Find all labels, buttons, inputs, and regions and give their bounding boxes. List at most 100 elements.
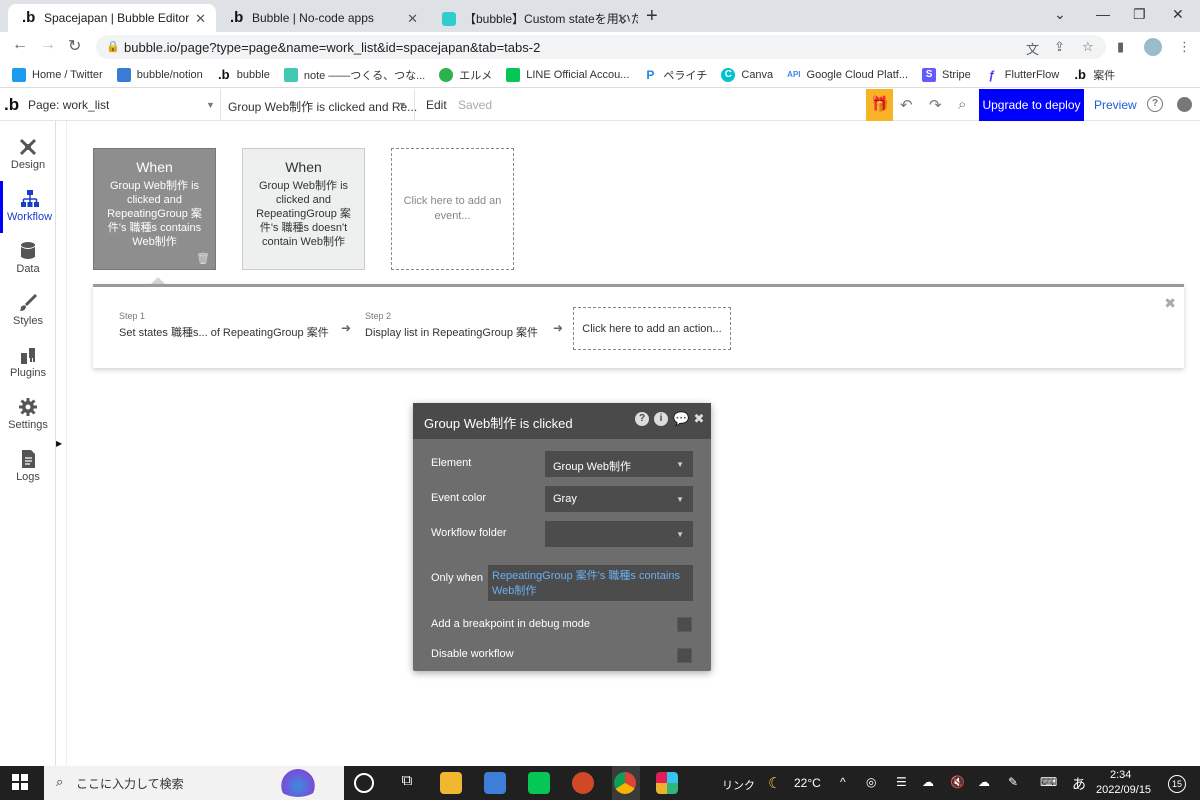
close-icon[interactable]: ✖ <box>692 412 706 426</box>
bookmark-peraichi[interactable]: P ペライチ <box>643 67 707 83</box>
kebab-menu-icon[interactable]: ⋮ <box>1178 39 1191 55</box>
comment-icon[interactable]: 💬 <box>673 412 689 426</box>
back-arrow-icon[interactable]: ← <box>12 36 28 54</box>
bookmark-flutterflow[interactable]: ƒ FlutterFlow <box>985 68 1059 82</box>
new-tab-icon[interactable]: + <box>646 5 658 28</box>
window-close-icon[interactable]: ✕ <box>1172 6 1184 23</box>
trash-icon[interactable]: 🗑 <box>196 252 210 265</box>
notification-badge[interactable]: 15 <box>1168 775 1186 793</box>
chevron-up-icon[interactable]: ^ <box>840 775 846 789</box>
close-icon[interactable]: ✕ <box>195 11 206 27</box>
bookmark-anken[interactable]: .b 案件 <box>1073 67 1115 83</box>
only-when-expression[interactable]: RepeatingGroup 案件's 職種s contains Web制作 <box>488 565 693 601</box>
bookmark-erume[interactable]: エルメ <box>439 67 492 83</box>
workflow-folder-dropdown[interactable]: ▼ <box>545 521 693 547</box>
temperature[interactable]: 22°C <box>794 776 821 790</box>
chevron-down-icon[interactable]: ▼ <box>206 100 215 110</box>
minimize-icon[interactable]: — <box>1096 6 1110 22</box>
volume-muted-icon[interactable]: 🔇 <box>950 775 965 789</box>
file-explorer-icon[interactable] <box>440 772 462 794</box>
search-icon[interactable]: ⌕ <box>958 96 966 113</box>
search-placeholder: ここに入力して検索 <box>76 777 184 791</box>
bookmark-stripe[interactable]: S Stripe <box>922 67 971 82</box>
step-1[interactable]: Step 1 Set states 職種s... of RepeatingGro… <box>119 311 329 340</box>
bubble-logo-icon[interactable]: .b <box>4 95 19 115</box>
expand-arrow-icon[interactable]: ▶ <box>56 439 62 448</box>
event-color-dropdown[interactable]: Gray ▼ <box>545 486 693 512</box>
windows-start-icon[interactable] <box>12 774 28 790</box>
bookmark-twitter[interactable]: Home / Twitter <box>12 67 103 82</box>
sidebar-item-data[interactable]: Data <box>0 233 56 285</box>
clock-date[interactable]: 2022/09/15 <box>1096 784 1151 796</box>
sidebar-item-plugins[interactable]: Plugins <box>0 337 56 389</box>
browser-tab-note[interactable]: 【bubble】Custom stateを用いた検 ✕ <box>428 4 638 32</box>
cortana-icon[interactable] <box>354 773 374 793</box>
reload-icon[interactable]: ↻ <box>68 36 81 56</box>
bookmark-gcp[interactable]: API Google Cloud Platf... <box>787 68 908 82</box>
page-selector[interactable]: Page: work_list <box>28 98 109 112</box>
task-view-icon[interactable]: ⧉ <box>396 772 418 794</box>
user-avatar-icon[interactable] <box>1177 97 1192 112</box>
clock-time[interactable]: 2:34 <box>1110 769 1131 781</box>
slack-icon[interactable] <box>656 772 678 794</box>
add-event-button[interactable]: Click here to add an event... <box>391 148 514 270</box>
help-icon[interactable]: ? <box>1147 96 1163 112</box>
sidebar-item-logs[interactable]: Logs <box>0 441 56 493</box>
bookmark-line[interactable]: LINE Official Accou... <box>506 67 629 82</box>
ime-indicator[interactable]: あ <box>1072 774 1086 794</box>
event-card-doesnt-contain[interactable]: When Group Web制作 is clicked and Repeatin… <box>242 148 365 270</box>
preview-link[interactable]: Preview <box>1094 98 1137 112</box>
disable-workflow-checkbox[interactable] <box>677 648 692 663</box>
sidebar-item-design[interactable]: Design <box>0 129 56 181</box>
link-label[interactable]: リンク <box>722 777 755 793</box>
browser-tab-bubble-nocode[interactable]: .b Bubble | No-code apps ✕ <box>216 4 428 32</box>
element-dropdown[interactable]: Group Web制作 ▼ <box>545 451 693 477</box>
chrome-icon[interactable] <box>614 772 636 794</box>
cloud-upload-icon[interactable]: ☁ <box>978 775 990 789</box>
sidebar-item-workflow[interactable]: Workflow <box>0 181 56 233</box>
keyboard-icon[interactable]: ⌨ <box>1040 775 1057 789</box>
event-selector[interactable]: Group Web制作 is clicked and Re... <box>228 98 417 115</box>
redo-icon[interactable]: ↷ <box>929 96 942 114</box>
bookmark-bubble[interactable]: .b bubble <box>217 67 270 82</box>
taskbar-search-input[interactable]: ⌕ ここに入力して検索 <box>44 766 344 800</box>
store-icon[interactable] <box>484 772 506 794</box>
browser-tab-bubble-editor[interactable]: .b Spacejapan | Bubble Editor ✕ <box>8 4 216 32</box>
pen-icon[interactable]: ✎ <box>1008 775 1018 789</box>
tray-app-icon[interactable]: ◎ <box>866 775 876 789</box>
sidebar-item-settings[interactable]: Settings <box>0 389 56 441</box>
profile-avatar[interactable] <box>1144 38 1162 56</box>
sidebar-item-label: Styles <box>13 315 43 327</box>
help-icon[interactable]: ? <box>635 412 649 426</box>
line-app-icon[interactable] <box>528 772 550 794</box>
close-icon[interactable]: ✖ <box>1164 295 1176 312</box>
chevron-down-icon[interactable]: ▼ <box>398 100 407 110</box>
url-input[interactable]: 🔒 bubble.io/page?type=page&name=work_lis… <box>96 35 1106 59</box>
translate-icon[interactable]: 文 <box>1026 39 1039 58</box>
chevron-down-icon[interactable]: ⌄ <box>1054 6 1066 23</box>
wifi-icon[interactable]: ☰ <box>896 775 907 789</box>
powerpoint-icon[interactable] <box>572 772 594 794</box>
forward-arrow-icon[interactable]: → <box>40 36 56 54</box>
close-icon[interactable]: ✕ <box>407 11 418 27</box>
upgrade-button[interactable]: Upgrade to deploy <box>979 89 1084 121</box>
add-action-button[interactable]: Click here to add an action... <box>573 307 731 350</box>
cloud-icon[interactable]: ☁ <box>922 775 934 789</box>
sidepanel-icon[interactable]: ▮ <box>1117 39 1124 55</box>
bookmark-bubble-notion[interactable]: bubble/notion <box>116 67 203 82</box>
edit-menu[interactable]: Edit <box>426 98 447 112</box>
star-icon[interactable]: ☆ <box>1082 39 1094 55</box>
twitter-icon <box>12 67 26 82</box>
info-icon[interactable]: i <box>654 412 668 426</box>
undo-icon[interactable]: ↶ <box>900 96 913 114</box>
step-2[interactable]: Step 2 Display list in RepeatingGroup 案件 <box>365 311 538 340</box>
close-icon[interactable]: ✕ <box>617 11 628 27</box>
bookmark-canva[interactable]: C Canva <box>721 67 773 82</box>
event-card-contains[interactable]: When Group Web制作 is clicked and Repeatin… <box>93 148 216 270</box>
share-icon[interactable]: ⇪ <box>1054 39 1065 55</box>
breakpoint-checkbox[interactable] <box>677 617 692 632</box>
sidebar-item-styles[interactable]: Styles <box>0 285 56 337</box>
gift-icon[interactable]: 🎁 <box>866 89 893 121</box>
restore-icon[interactable]: ❐ <box>1133 6 1146 23</box>
bookmark-note[interactable]: note ――つくる、つな... <box>283 67 425 83</box>
